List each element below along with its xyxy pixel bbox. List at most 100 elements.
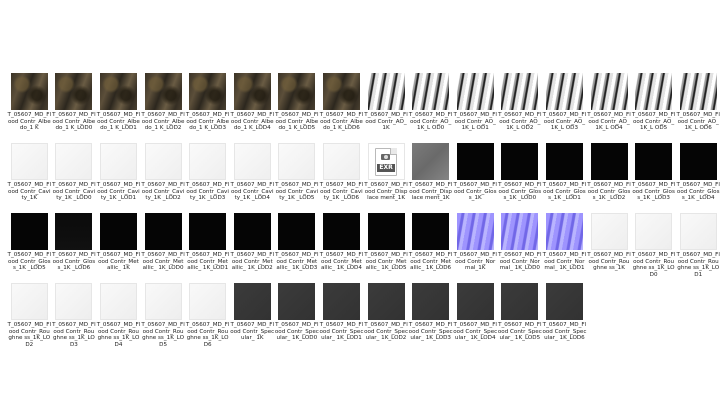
file-thumbnail [144,283,182,320]
file-name: T_05607_MD_Fl ood Contr_Roughne ss_1K_LO… [52,322,96,348]
file-item[interactable]: T_05607_MD_Fl ood Contr_AO_1K_L OD1 [453,73,498,141]
file-item[interactable]: T_05607_MD_Fl ood Contr_Metallic_ 1K_LOD… [364,213,409,281]
file-name: T_05607_MD_Fl ood Contr_Roughne ss_1K_LO… [7,322,52,348]
file-item[interactable]: T_05607_MD_Fl ood Contr_Gloss_1K _LOD3 [631,143,676,211]
file-name: T_05607_MD_Fl ood Contr_Cavity_1K _LOD3 [185,182,230,202]
file-item[interactable]: T_05607_MD_Fl ood Contr_Specular_ 1K [230,283,275,351]
file-name: T_05607_MD_Fl ood Contr_Albedo_1 K_LOD0 [52,112,96,132]
file-item[interactable]: T_05607_MD_Fl ood Contr_Roughne ss_1K_LO… [631,213,676,281]
file-item[interactable]: T_05607_MD_Fl ood Contr_Cavity_1K _LOD4 [230,143,275,211]
file-item[interactable]: T_05607_MD_Fl ood Contr_Cavity_1K _LOD6 [319,143,364,211]
file-item[interactable]: T_05607_MD_Fl ood Contr_Gloss_1K _LOD6 [52,213,97,281]
file-thumbnail [322,213,360,250]
file-item[interactable]: T_05607_MD_Fl ood Contr_Gloss_1K _LOD4 [676,143,720,211]
file-item[interactable]: T_05607_MD_Fl ood Contr_Roughne ss_1K_LO… [676,213,720,281]
file-item[interactable]: T_05607_MD_Fl ood Contr_AO_1K_L OD4 [587,73,632,141]
file-thumbnail [55,213,93,250]
file-name: T_05607_MD_Fl ood Contr_Roughne ss_1K_LO… [96,322,141,348]
file-item[interactable]: T_05607_MD_Fl ood Contr_Roughne ss_1K_LO… [7,283,52,351]
file-item[interactable]: T_05607_MD_Fl ood Contr_Albedo_1 K_LOD4 [230,73,275,141]
document-icon: EXR [375,147,398,176]
file-thumbnail [99,73,137,110]
file-item[interactable]: T_05607_MD_Fl ood Contr_AO_1K_L OD3 [542,73,587,141]
file-item[interactable]: T_05607_MD_Fl ood Contr_Displace ment_1K [408,143,453,211]
file-item[interactable]: T_05607_MD_Fl ood Contr_Albedo_1 K [7,73,52,141]
file-name: T_05607_MD_Fl ood Contr_Gloss_1K _LOD6 [52,252,96,272]
file-name: T_05607_MD_Fl ood Contr_Metallic_ 1K_LOD… [319,252,364,272]
file-item[interactable]: T_05607_MD_Fl ood Contr_AO_1K_L OD2 [498,73,543,141]
file-name: T_05607_MD_Fl ood Contr_Albedo_1 K_LOD5 [275,112,319,132]
file-item[interactable]: T_05607_MD_Fl ood Contr_Cavity_1K _LOD5 [275,143,320,211]
file-item[interactable]: T_05607_MD_Fl ood Contr_Albedo_1 K_LOD0 [52,73,97,141]
file-item[interactable]: T_05607_MD_Fl ood Contr_Roughne ss_1K_LO… [52,283,97,351]
file-item[interactable]: T_05607_MD_Fl ood Contr_Gloss_1K _LOD0 [498,143,543,211]
file-thumbnail [456,213,494,250]
file-item[interactable]: T_05607_MD_Fl ood Contr_Cavity_1K _LOD0 [52,143,97,211]
file-thumbnail [189,73,227,110]
exr-file-icon: EXR [367,143,405,180]
file-item[interactable]: T_05607_MD_Fl ood Contr_Cavity_1K [7,143,52,211]
file-name: T_05607_MD_Fl ood Contr_Gloss_1K _LOD4 [676,182,720,202]
file-item[interactable]: T_05607_MD_Fl ood Contr_Specular_ 1K_LOD… [408,283,453,351]
file-thumbnail [367,283,405,320]
file-thumbnail [144,213,182,250]
file-item[interactable]: T_05607_MD_Fl ood Contr_Roughne ss_1K_LO… [96,283,141,351]
file-item[interactable]: T_05607_MD_Fl ood Contr_Gloss_1K _LOD1 [542,143,587,211]
file-name: T_05607_MD_Fl ood Contr_Specular_ 1K_LOD… [497,322,542,342]
file-item[interactable]: T_05607_MD_Fl ood Contr_Albedo_1 K_LOD1 [96,73,141,141]
file-item[interactable]: T_05607_MD_Fl ood Contr_AO_1K_L OD6 [676,73,720,141]
file-item[interactable]: T_05607_MD_Fl ood Contr_Gloss_1K [453,143,498,211]
file-item[interactable]: T_05607_MD_Fl ood Contr_Metallic_ 1K_LOD… [319,213,364,281]
file-item[interactable]: T_05607_MD_Fl ood Contr_Specular_ 1K_LOD… [275,283,320,351]
file-item[interactable]: T_05607_MD_Fl ood Contr_Roughne ss_1K_LO… [141,283,186,351]
file-name: T_05607_MD_Fl ood Contr_Cavity_1K _LOD5 [275,182,319,202]
file-name: T_05607_MD_Fl ood Contr_Metallic_ 1K_LOD… [364,252,408,272]
file-item[interactable]: T_05607_MD_Fl ood Contr_Metallic_ 1K_LOD… [408,213,453,281]
file-thumbnail [233,73,271,110]
file-item[interactable]: T_05607_MD_Fl ood Contr_Metallic_ 1K_LOD… [275,213,320,281]
file-item[interactable]: T_05607_MD_Fl ood Contr_Cavity_1K _LOD3 [185,143,230,211]
file-name: T_05607_MD_Fl ood Contr_Gloss_1K _LOD2 [587,182,631,202]
file-item[interactable]: T_05607_MD_Fl ood Contr_Gloss_1K _LOD2 [587,143,632,211]
file-name: T_05607_MD_Fl ood Contr_Metallic_ 1K_LOD… [185,252,230,272]
file-item[interactable]: T_05607_MD_Fl ood Contr_Specular_ 1K_LOD… [453,283,498,351]
file-item[interactable]: T_05607_MD_Fl ood Contr_Metallic_ 1K_LOD… [185,213,230,281]
file-thumbnail [501,213,539,250]
file-name: T_05607_MD_Fl ood Contr_Displace ment_1K [408,182,453,202]
file-item[interactable]: T_05607_MD_Fl ood Contr_Normal_1K [453,213,498,281]
file-item[interactable]: T_05607_MD_Fl ood Contr_Gloss_1K _LOD5 [7,213,52,281]
file-item[interactable]: T_05607_MD_Fl ood Contr_Cavity_1K _LOD1 [96,143,141,211]
file-thumbnail [55,143,93,180]
file-item[interactable]: T_05607_MD_Fl ood Contr_Specular_ 1K_LOD… [498,283,543,351]
file-item[interactable]: T_05607_MD_Fl ood Contr_Roughne ss_1K_LO… [185,283,230,351]
file-item[interactable]: T_05607_MD_Fl ood Contr_Specular_ 1K_LOD… [542,283,587,351]
file-item[interactable]: T_05607_MD_Fl ood Contr_AO_1K_L OD0 [408,73,453,141]
file-name: T_05607_MD_Fl ood Contr_AO_1K_L OD5 [631,112,676,132]
file-item[interactable]: T_05607_MD_Fl ood Contr_Specular_ 1K_LOD… [319,283,364,351]
file-thumbnail [412,283,450,320]
file-item[interactable]: T_05607_MD_Fl ood Contr_Specular_ 1K_LOD… [364,283,409,351]
file-thumbnail [456,143,494,180]
file-item[interactable]: T_05607_MD_Fl ood Contr_Albedo_1 K_LOD2 [141,73,186,141]
file-item[interactable]: T_05607_MD_Fl ood Contr_AO_1K_L OD5 [631,73,676,141]
file-thumbnail [278,143,316,180]
file-item[interactable]: T_05607_MD_Fl ood Contr_Cavity_1K _LOD2 [141,143,186,211]
file-item[interactable]: T_05607_MD_Fl ood Contr_Normal_ 1K_LOD0 [498,213,543,281]
file-thumbnail [545,213,583,250]
file-item[interactable]: T_05607_MD_Fl ood Contr_Albedo_1 K_LOD6 [319,73,364,141]
file-item[interactable]: T_05607_MD_Fl ood Contr_Albedo_1 K_LOD5 [275,73,320,141]
file-thumbnail [10,73,48,110]
file-thumbnail [233,213,271,250]
file-name: T_05607_MD_Fl ood Contr_Cavity_1K _LOD2 [141,182,185,202]
file-item[interactable]: T_05607_MD_Fl ood Contr_Albedo_1 K_LOD3 [185,73,230,141]
file-item[interactable]: T_05607_MD_Fl ood Contr_Roughne ss_1K [587,213,632,281]
file-item[interactable]: T_05607_MD_Fl ood Contr_Metallic_ 1K [96,213,141,281]
file-item[interactable]: T_05607_MD_Fl ood Contr_Metallic_ 1K_LOD… [230,213,275,281]
file-item[interactable]: T_05607_MD_Fl ood Contr_AO_1K [364,73,409,141]
file-item[interactable]: T_05607_MD_Fl ood Contr_Normal_ 1K_LOD1 [542,213,587,281]
file-item[interactable]: EXR T_05607_MD_Fl ood Contr_Displace ment… [364,143,409,211]
file-name: T_05607_MD_Fl ood Contr_Cavity_1K _LOD0 [52,182,96,202]
file-thumbnail [189,283,227,320]
file-name: T_05607_MD_Fl ood Contr_AO_1K_L OD1 [453,112,497,132]
file-item[interactable]: T_05607_MD_Fl ood Contr_Metallic_ 1K_LOD… [141,213,186,281]
